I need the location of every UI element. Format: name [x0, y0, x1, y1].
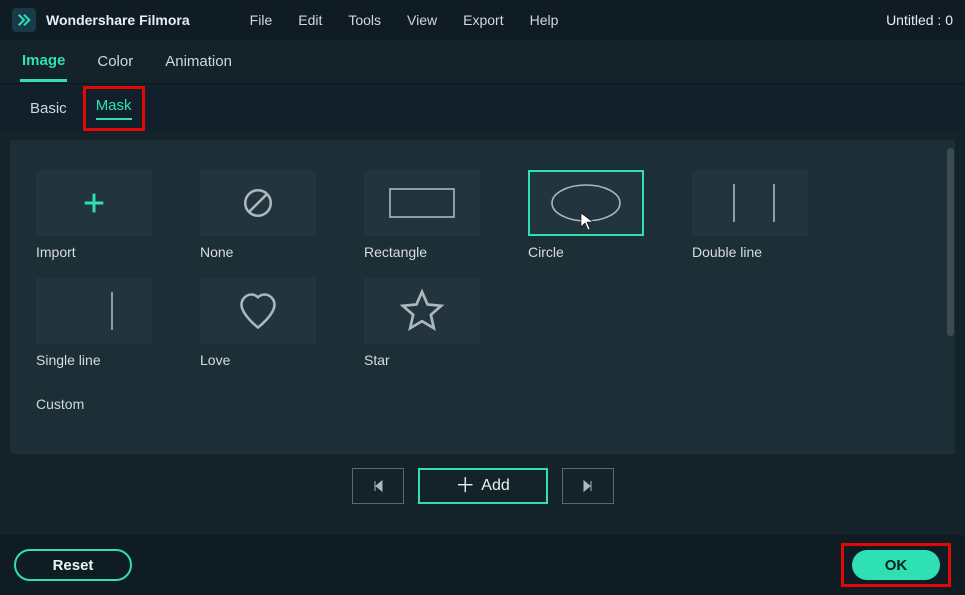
tab-color[interactable]: Color: [95, 43, 135, 80]
rectangle-icon: [382, 183, 462, 223]
plus-icon: [80, 189, 108, 217]
sub-tab-basic-label: Basic: [30, 100, 67, 117]
menu-tools[interactable]: Tools: [348, 12, 381, 28]
import-thumb: [36, 170, 152, 236]
keyframe-bar: ＋ Add: [10, 454, 955, 504]
single-line-icon: [54, 286, 134, 336]
heart-icon: [233, 289, 283, 333]
none-thumb: [200, 170, 316, 236]
sub-tabs: Basic Mask: [0, 84, 965, 132]
menu-help[interactable]: Help: [530, 12, 559, 28]
mask-label: Star: [364, 352, 480, 368]
mask-label: Rectangle: [364, 244, 480, 260]
mask-item-star[interactable]: Star: [364, 278, 480, 368]
keyframe-add-button[interactable]: ＋ Add: [418, 468, 548, 504]
custom-section-label: Custom: [36, 396, 929, 412]
mask-item-none[interactable]: None: [200, 170, 316, 260]
double-line-thumb: [692, 170, 808, 236]
footer: Reset OK: [0, 535, 965, 595]
tab-animation[interactable]: Animation: [163, 43, 234, 80]
single-line-thumb: [36, 278, 152, 344]
mask-label: Single line: [36, 352, 152, 368]
workspace: Import None Rectangle Circle: [0, 132, 965, 504]
love-thumb: [200, 278, 316, 344]
menubar: File Edit Tools View Export Help: [250, 12, 559, 28]
menu-view[interactable]: View: [407, 12, 437, 28]
keyframe-add-label: Add: [481, 477, 509, 495]
panel-scrollbar[interactable]: [947, 148, 955, 448]
sub-tab-mask-label: Mask: [96, 97, 132, 114]
mask-item-import[interactable]: Import: [36, 170, 152, 260]
titlebar: Wondershare Filmora File Edit Tools View…: [0, 0, 965, 40]
circle-thumb: [528, 170, 644, 236]
mask-label: None: [200, 244, 316, 260]
mask-label: Circle: [528, 244, 644, 260]
mask-grid: Import None Rectangle Circle: [36, 170, 929, 368]
mask-panel: Import None Rectangle Circle: [10, 140, 955, 454]
mask-label: Import: [36, 244, 152, 260]
mask-label: Double line: [692, 244, 808, 260]
reset-button[interactable]: Reset: [14, 549, 132, 581]
double-line-icon: [710, 178, 790, 228]
highlight-ok-button: OK: [841, 543, 951, 587]
circle-icon: [541, 178, 631, 228]
keyframe-next-button[interactable]: [562, 468, 614, 504]
mask-item-rectangle[interactable]: Rectangle: [364, 170, 480, 260]
mask-item-circle[interactable]: Circle: [528, 170, 644, 260]
sub-tab-mask[interactable]: Mask: [86, 89, 142, 128]
skip-next-icon: [580, 478, 596, 494]
menu-export[interactable]: Export: [463, 12, 503, 28]
mask-item-love[interactable]: Love: [200, 278, 316, 368]
mask-item-double-line[interactable]: Double line: [692, 170, 808, 260]
star-thumb: [364, 278, 480, 344]
star-icon: [399, 288, 445, 334]
menu-edit[interactable]: Edit: [298, 12, 322, 28]
mask-label: Love: [200, 352, 316, 368]
mask-item-single-line[interactable]: Single line: [36, 278, 152, 368]
plus-icon: ＋: [455, 476, 475, 496]
highlight-mask-tab: Mask: [83, 86, 145, 131]
app-logo-icon: [12, 8, 36, 32]
tab-image[interactable]: Image: [20, 42, 67, 82]
menu-file[interactable]: File: [250, 12, 273, 28]
rectangle-thumb: [364, 170, 480, 236]
document-title: Untitled : 0: [886, 12, 953, 28]
ok-button[interactable]: OK: [852, 550, 940, 580]
main-tabs: Image Color Animation: [0, 40, 965, 84]
skip-prev-icon: [370, 478, 386, 494]
keyframe-prev-button[interactable]: [352, 468, 404, 504]
none-icon: [241, 186, 275, 220]
sub-tab-basic[interactable]: Basic: [20, 92, 77, 125]
app-name: Wondershare Filmora: [46, 12, 190, 28]
